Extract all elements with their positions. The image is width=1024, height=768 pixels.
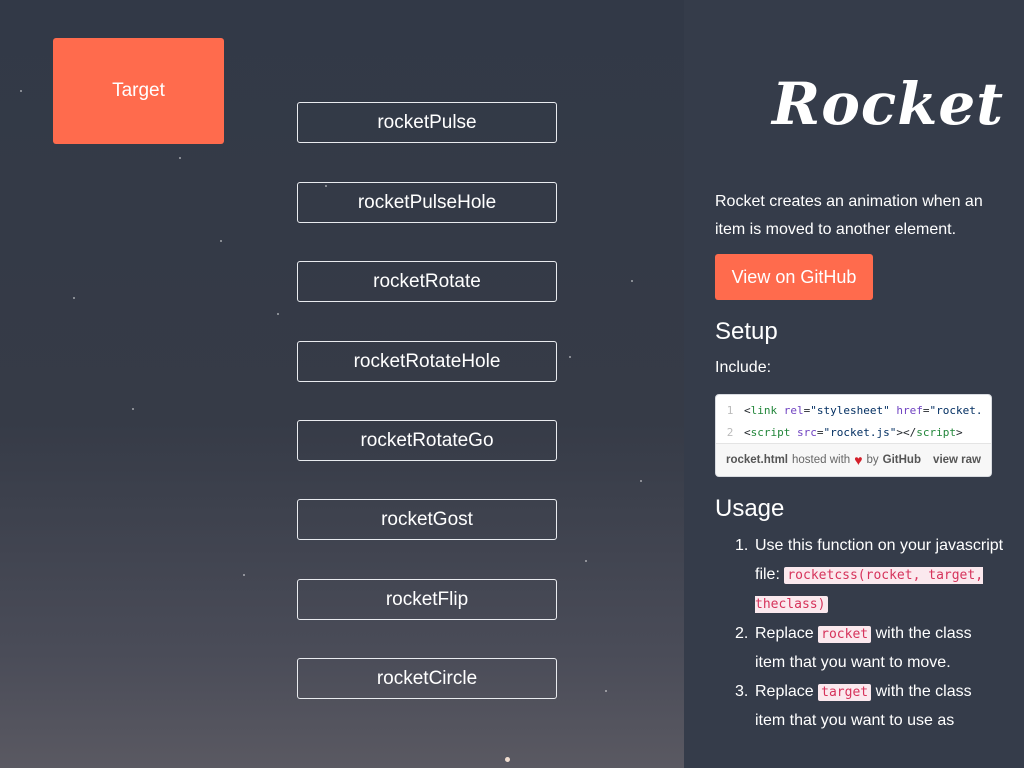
inline-code: rocket — [818, 625, 872, 643]
rocket-gost-button[interactable]: rocketGost — [297, 499, 557, 540]
gist-code: 1 <link rel="stylesheet" href="rocket. 2… — [716, 395, 991, 443]
github-link[interactable]: GitHub — [883, 454, 921, 466]
inline-code: target — [818, 683, 872, 701]
gist-file-name[interactable]: rocket.html — [726, 454, 788, 466]
include-label: Include: — [715, 359, 772, 376]
line-number: 1 — [726, 403, 734, 417]
rocket-rotate-go-button[interactable]: rocketRotateGo — [297, 420, 557, 461]
usage-heading: Usage — [715, 495, 785, 522]
hosted-with-text: hosted with — [792, 454, 851, 466]
line-number: 2 — [726, 425, 734, 439]
rocket-circle-button[interactable]: rocketCircle — [297, 658, 557, 699]
gist-embed: 1 <link rel="stylesheet" href="rocket. 2… — [715, 394, 992, 477]
rocket-pulse-button[interactable]: rocketPulse — [297, 102, 557, 143]
gist-meta: rocket.html hosted with ♥ by GitHub view… — [716, 443, 991, 476]
list-item: 2. Replace rocket with the class item th… — [715, 620, 1005, 678]
intro-text: Rocket creates an animation when an item… — [715, 193, 983, 238]
list-number: 2. — [735, 624, 749, 642]
gist-line: 2 <script src="rocket.js"></script> — [716, 421, 991, 443]
view-raw-link[interactable]: view raw — [933, 454, 981, 466]
gist-line: 1 <link rel="stylesheet" href="rocket. — [716, 399, 991, 421]
logo: Rocket — [772, 70, 1005, 138]
usage-text-before: Replace — [755, 682, 814, 700]
list-item: 1. Use this function on your javascript … — [715, 532, 1005, 620]
list-item-text: Replace target with the class item that … — [755, 678, 1005, 736]
list-item-text: Replace rocket with the class item that … — [755, 620, 1005, 678]
sidebar: Rocket Rocket creates an animation when … — [684, 0, 1024, 768]
code-line: <script src="rocket.js"></script> — [744, 425, 963, 439]
rocket-rotate-hole-button[interactable]: rocketRotateHole — [297, 341, 557, 382]
list-item: 3. Replace target with the class item th… — [715, 678, 1005, 736]
inline-code: rocketcss(rocket, target, theclass) — [755, 566, 984, 613]
list-item-text: Use this function on your javascript fil… — [755, 532, 1005, 620]
list-number: 1. — [735, 537, 749, 554]
rocket-rotate-button[interactable]: rocketRotate — [297, 261, 557, 302]
rocket-flip-button[interactable]: rocketFlip — [297, 579, 557, 620]
by-text: by — [866, 454, 879, 466]
code-line: <link rel="stylesheet" href="rocket. — [744, 403, 983, 417]
heart-icon: ♥ — [854, 452, 863, 468]
target-label: Target — [112, 80, 165, 101]
usage-list: 1. Use this function on your javascript … — [715, 532, 1005, 736]
target-box: Target — [53, 38, 224, 144]
list-number: 3. — [735, 682, 749, 700]
setup-heading: Setup — [715, 318, 778, 345]
rocket-pulse-hole-button[interactable]: rocketPulseHole — [297, 182, 557, 223]
view-on-github-button[interactable]: View on GitHub — [715, 254, 873, 300]
usage-text-before: Replace — [755, 624, 814, 642]
